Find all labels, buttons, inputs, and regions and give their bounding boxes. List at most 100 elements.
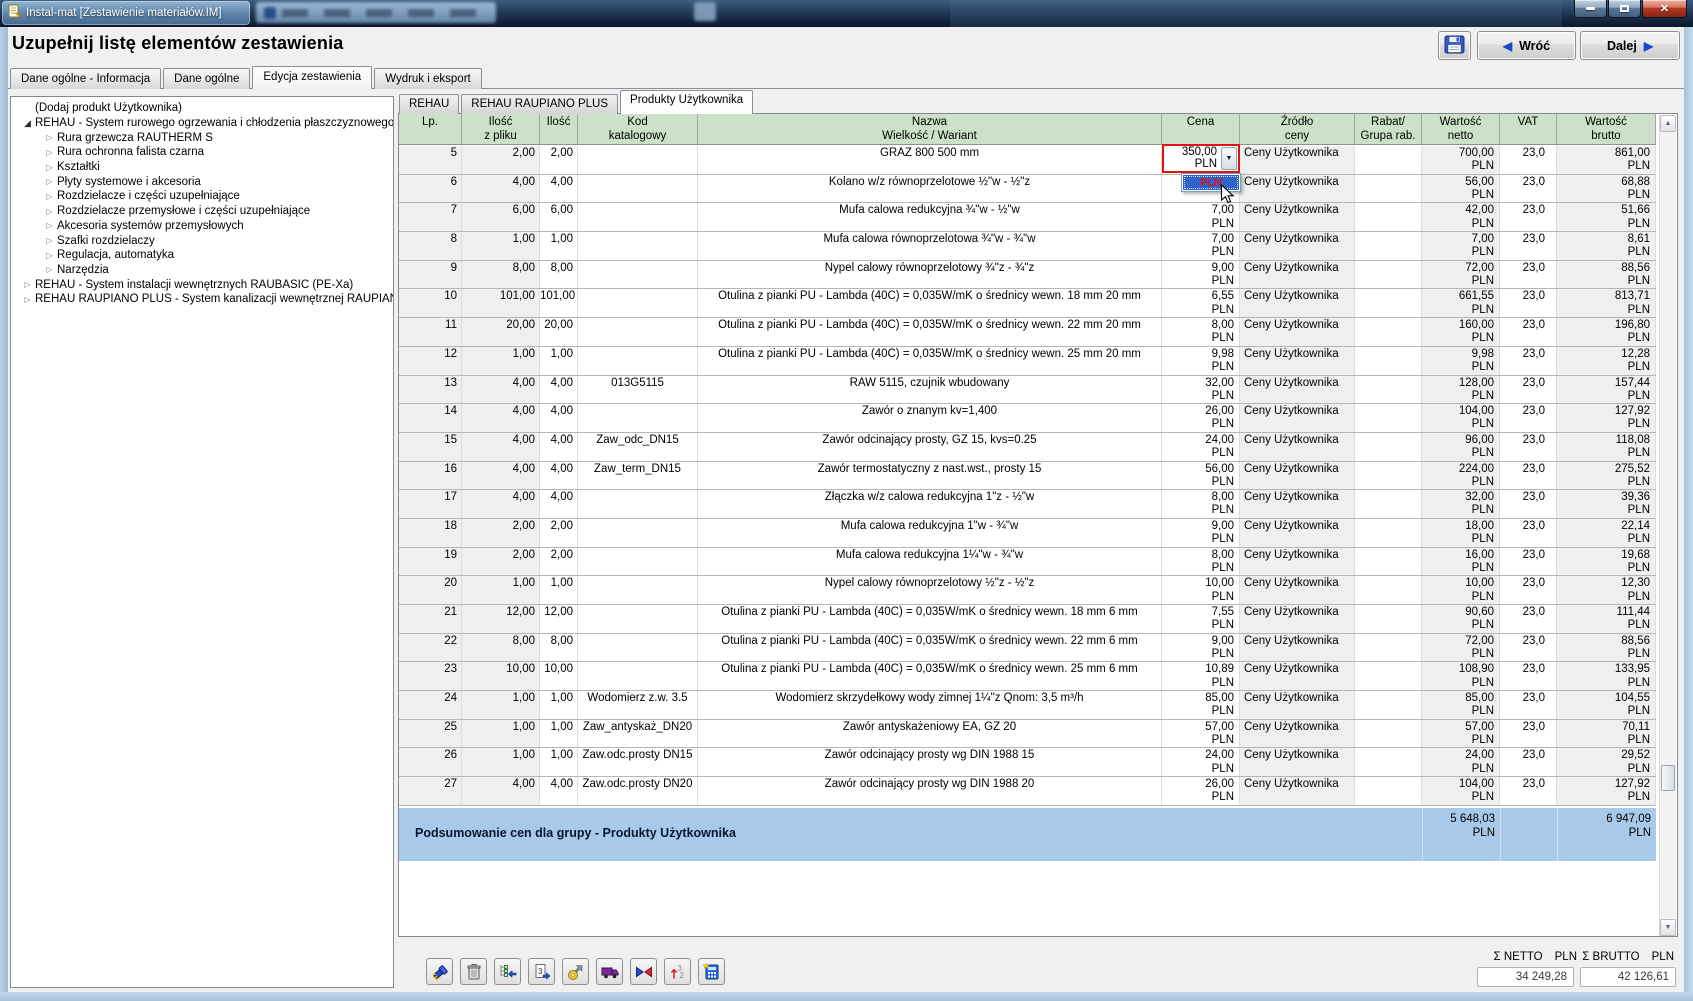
tree-item-regulacja-automatyka[interactable]: ▷Regulacja, automatyka	[11, 248, 393, 263]
phone-icon[interactable]	[562, 958, 589, 985]
brutto-cell: 133,95PLN	[1557, 662, 1656, 690]
table-row[interactable]: 241,001,00Wodomierz z.w. 3.5Wodomierz sk…	[399, 691, 1656, 720]
price-source-cell: Ceny Użytkownika	[1240, 203, 1355, 231]
scroll-up-icon[interactable]: ▲	[1660, 115, 1676, 132]
lp-cell: 22	[399, 634, 462, 662]
tree-item-rehau-system-rurowego-ogrzewania-i-chlod[interactable]: ◢REHAU - System rurowego ogrzewania i ch…	[11, 116, 393, 131]
delivery-truck-icon[interactable]	[596, 958, 623, 985]
qty-file-cell: 4,00	[462, 175, 540, 203]
table-row[interactable]: 274,004,00Zaw.odc.prosty DN20Zawór odcin…	[399, 777, 1656, 806]
expand-arrow-icon[interactable]: ▷	[43, 265, 56, 274]
save-button[interactable]	[1438, 31, 1471, 60]
tab-dane-ogolne-informacja[interactable]: Dane ogólne - Informacja	[10, 68, 161, 89]
panel-tab-produkty-uzytkownika[interactable]: Produkty Użytkownika	[620, 90, 753, 114]
table-row[interactable]: 134,004,00013G5115RAW 5115, czujnik wbud…	[399, 376, 1656, 405]
expand-arrow-icon[interactable]: ▷	[43, 163, 56, 172]
minimize-button[interactable]	[1574, 0, 1607, 18]
dropdown-button[interactable]: ▼	[1221, 147, 1237, 170]
tree-item-rozdzielacze-przemyslowe-i-czesci-uzupel[interactable]: ▷Rozdzielacze przemysłowe i części uzupe…	[11, 204, 393, 219]
tab-dane-ogolne[interactable]: Dane ogólne	[163, 68, 250, 89]
tree-item-narzedzia[interactable]: ▷Narzędzia	[11, 263, 393, 278]
table-row[interactable]: 164,004,00Zaw_term_DN15Zawór termostatyc…	[399, 462, 1656, 491]
tab-wydruk-i-eksport[interactable]: Wydruk i eksport	[374, 68, 482, 89]
back-button[interactable]: ◀ Wróć	[1477, 31, 1576, 60]
expand-arrow-icon[interactable]: ▷	[43, 148, 56, 157]
tree-item-szafki-rozdzielaczy[interactable]: ▷Szafki rozdzielaczy	[11, 233, 393, 248]
table-row[interactable]: 154,004,00Zaw_odc_DN15Zawór odcinający p…	[399, 433, 1656, 462]
table-header-row: Lp. Ilośćz pliku Ilość Kodkatalogowy Naz…	[399, 114, 1656, 145]
table-row[interactable]: 52,002,00GRAZ 800 500 mmCeny Użytkownika…	[399, 146, 1656, 175]
expand-arrow-icon[interactable]: ▷	[43, 133, 56, 142]
table-row[interactable]: 174,004,00Złączka w/z calowa redukcyjna …	[399, 490, 1656, 519]
scroll-down-icon[interactable]: ▼	[1660, 919, 1676, 936]
table-row[interactable]: 98,008,00Nypel calowy równoprzelotowy ¾"…	[399, 261, 1656, 290]
qty-file-cell: 4,00	[462, 462, 540, 490]
vat-cell: 23,0	[1500, 175, 1557, 203]
table-row[interactable]: 201,001,00Nypel calowy równoprzelotowy ½…	[399, 576, 1656, 605]
qty-file-cell: 4,00	[462, 490, 540, 518]
table-row[interactable]: 228,008,00Otulina z pianki PU - Lambda (…	[399, 634, 1656, 663]
table-row[interactable]: 81,001,00Mufa calowa równoprzelotowa ¾"w…	[399, 232, 1656, 261]
qty-cell: 4,00	[540, 490, 578, 518]
table-row[interactable]: 251,001,00Zaw_antyskaż_DN20Zawór antyska…	[399, 720, 1656, 749]
scrollbar-thumb[interactable]	[1661, 765, 1675, 791]
flashlight-icon[interactable]	[426, 958, 453, 985]
table-row[interactable]: 144,004,00Zawór o znanym kv=1,40026,00PL…	[399, 404, 1656, 433]
table-row[interactable]: 2112,0012,00Otulina z pianki PU - Lambda…	[399, 605, 1656, 634]
expand-arrow-icon[interactable]: ▷	[43, 221, 56, 230]
table-row[interactable]: 76,006,00Mufa calowa redukcyjna ¾"w - ½"…	[399, 203, 1656, 232]
table-row[interactable]: 64,004,00Kolano w/z równoprzelotowe ½"w …	[399, 175, 1656, 204]
calculator-icon[interactable]	[698, 958, 725, 985]
tree-item-rehau-system-instalacji-wewnetrznych-rau[interactable]: ▷REHAU - System instalacji wewnętrznych …	[11, 277, 393, 292]
qty-file-cell: 12,00	[462, 605, 540, 633]
maximize-button[interactable]	[1608, 0, 1641, 18]
product-tree-panel[interactable]: (Dodaj produkt Użytkownika)◢REHAU - Syst…	[10, 96, 394, 988]
expand-arrow-icon[interactable]: ▷	[43, 236, 56, 245]
tab-edycja-zestawienia[interactable]: Edycja zestawienia	[252, 66, 372, 89]
expand-arrow-icon[interactable]: ▷	[43, 192, 56, 201]
expand-arrow-icon[interactable]: ▷	[21, 280, 34, 289]
price-source-cell: Ceny Użytkownika	[1240, 720, 1355, 748]
price-editor-combobox[interactable]: 350,00PLN ▼	[1162, 144, 1240, 173]
expand-arrow-icon[interactable]: ▷	[43, 251, 56, 260]
tree-item-rehau-raupiano-plus-system-kanalizacji-w[interactable]: ▷REHAU RAUPIANO PLUS - System kanalizacj…	[11, 292, 393, 307]
price-cell: 9,98PLN	[1162, 347, 1240, 375]
table-row[interactable]: 10101,00101,00Otulina z pianki PU - Lamb…	[399, 289, 1656, 318]
name-cell: Otulina z pianki PU - Lambda (40C) = 0,0…	[698, 634, 1162, 662]
close-button[interactable]: ✕	[1642, 0, 1687, 18]
expand-arrow-icon[interactable]: ▷	[43, 177, 56, 186]
table-row[interactable]: 192,002,00Mufa calowa redukcyjna 1¼"w - …	[399, 548, 1656, 577]
tree-item-akcesoria-systemow-przemyslowych[interactable]: ▷Akcesoria systemów przemysłowych	[11, 219, 393, 234]
next-button[interactable]: Dalej ▶	[1580, 31, 1680, 60]
price-source-cell: Ceny Użytkownika	[1240, 490, 1355, 518]
expand-arrow-icon[interactable]: ▷	[21, 295, 34, 304]
tree-item-rozdzielacze-i-czesci-uzupelniajace[interactable]: ▷Rozdzielacze i części uzupełniające	[11, 189, 393, 204]
rebate-cell	[1355, 347, 1422, 375]
vat-cell: 23,0	[1500, 261, 1557, 289]
lp-cell: 9	[399, 261, 462, 289]
table-row[interactable]: 261,001,00Zaw.odc.prosty DN15Zawór odcin…	[399, 748, 1656, 777]
merge-arrows-icon[interactable]	[630, 958, 657, 985]
collapse-arrow-icon[interactable]: ◢	[21, 118, 34, 129]
price-source-cell: Ceny Użytkownika	[1240, 146, 1355, 174]
window-frame-bottom	[0, 992, 1693, 1001]
tree-item-dodaj-produkt-uzytkownika[interactable]: (Dodaj produkt Użytkownika)	[11, 101, 393, 116]
table-row[interactable]: 121,001,00Otulina z pianki PU - Lambda (…	[399, 347, 1656, 376]
tree-item-ksztaltki[interactable]: ▷Kształtki	[11, 160, 393, 175]
copy-to-page-icon[interactable]: 3	[528, 958, 555, 985]
tree-item-rura-grzewcza-rautherm-s[interactable]: ▷Rura grzewcza RAUTHERM S	[11, 130, 393, 145]
vertical-scrollbar[interactable]: ▲ ▼	[1659, 115, 1676, 936]
table-row[interactable]: 1120,0020,00Otulina z pianki PU - Lambda…	[399, 318, 1656, 347]
panel-tab-rehau-raupiano-plus[interactable]: REHAU RAUPIANO PLUS	[461, 94, 618, 114]
tree-item-rura-ochronna-falista-czarna[interactable]: ▷Rura ochronna falista czarna	[11, 145, 393, 160]
delete-icon[interactable]	[460, 958, 487, 985]
code-cell: Zaw.odc.prosty DN20	[578, 777, 698, 805]
table-row[interactable]: 2310,0010,00Otulina z pianki PU - Lambda…	[399, 662, 1656, 691]
panel-tab-rehau[interactable]: REHAU	[399, 94, 459, 114]
import-positions-icon[interactable]	[494, 958, 521, 985]
renumber-icon[interactable]: 32	[664, 958, 691, 985]
price-cell: 10,00PLN	[1162, 576, 1240, 604]
table-row[interactable]: 182,002,00Mufa calowa redukcyjna 1"w - ¾…	[399, 519, 1656, 548]
tree-item-plyty-systemowe-i-akcesoria[interactable]: ▷Płyty systemowe i akcesoria	[11, 174, 393, 189]
expand-arrow-icon[interactable]: ▷	[43, 207, 56, 216]
